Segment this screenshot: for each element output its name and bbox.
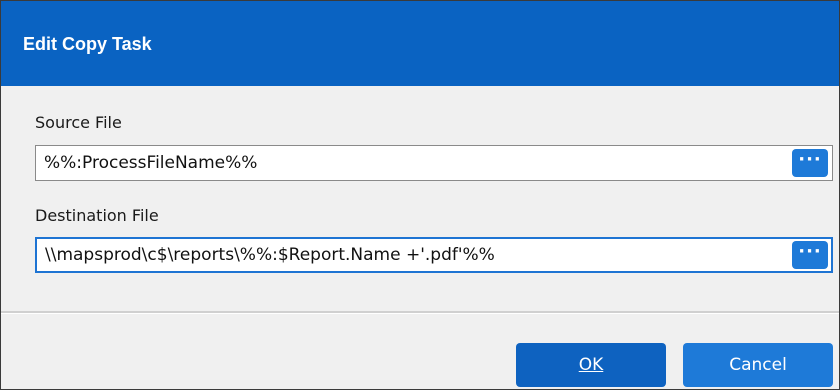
dialog-title: Edit Copy Task	[23, 34, 152, 54]
source-file-value[interactable]: %%:ProcessFileName%%	[44, 153, 257, 173]
edit-copy-task-dialog: Edit Copy Task Source File %%:ProcessFil…	[0, 0, 840, 390]
destination-file-value[interactable]: \\mapsprod\c$\reports\%%:$Report.Name +'…	[45, 245, 495, 265]
source-browse-button[interactable]: ···	[792, 149, 828, 177]
ellipsis-icon: ···	[798, 149, 822, 170]
cancel-button[interactable]: Cancel	[683, 343, 833, 387]
ellipsis-icon: ···	[798, 241, 822, 262]
ok-button-label: OK	[578, 355, 604, 375]
ok-button[interactable]: OK	[516, 343, 666, 387]
dialog-titlebar: Edit Copy Task	[1, 1, 839, 86]
cancel-button-label: Cancel	[729, 355, 787, 375]
source-file-label: Source File	[35, 113, 122, 132]
destination-file-field[interactable]: \\mapsprod\c$\reports\%%:$Report.Name +'…	[35, 237, 833, 273]
footer-divider	[1, 311, 839, 314]
source-file-field[interactable]: %%:ProcessFileName%% ···	[35, 145, 833, 181]
destination-browse-button[interactable]: ···	[792, 241, 828, 269]
destination-file-label: Destination File	[35, 206, 159, 225]
